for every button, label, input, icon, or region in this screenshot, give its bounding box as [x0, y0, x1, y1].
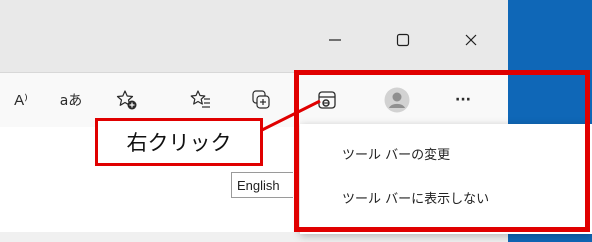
title-bar	[0, 0, 508, 72]
read-aloud-icon: A⁾	[14, 92, 28, 109]
callout-label: 右クリック	[126, 131, 232, 155]
highlight-frame	[294, 70, 590, 232]
collections-icon	[252, 90, 270, 109]
translate-icon: aあ	[59, 93, 83, 109]
minimize-icon	[329, 39, 341, 41]
minimize-button[interactable]	[316, 29, 354, 51]
collections-button[interactable]	[246, 87, 276, 113]
add-favorite-icon	[116, 90, 137, 110]
language-select-value: English	[237, 178, 280, 193]
right-click-callout: 右クリック	[95, 118, 263, 166]
maximize-button[interactable]	[384, 29, 422, 51]
favorites-icon	[190, 90, 210, 108]
translate-button[interactable]: aあ	[56, 87, 86, 113]
add-favorite-button[interactable]	[112, 87, 142, 113]
close-icon	[465, 34, 477, 46]
maximize-icon	[396, 33, 410, 47]
favorites-button[interactable]	[186, 87, 216, 113]
read-aloud-button[interactable]: A⁾	[6, 87, 36, 113]
language-select[interactable]: English	[231, 172, 293, 198]
close-button[interactable]	[452, 29, 490, 51]
